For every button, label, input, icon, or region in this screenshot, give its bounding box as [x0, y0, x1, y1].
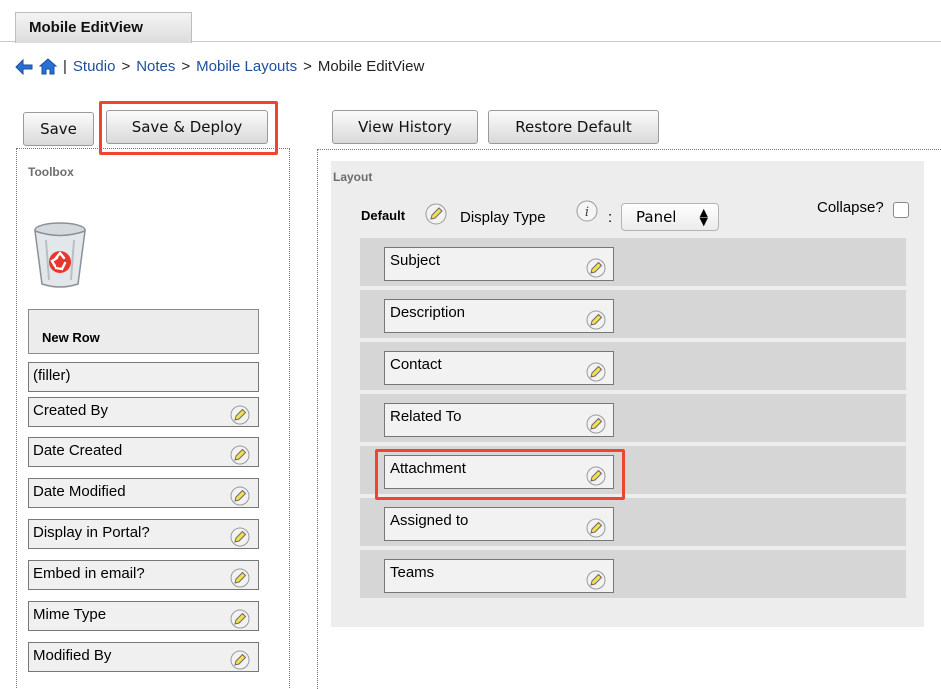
toolbox-field[interactable]: Modified By	[28, 642, 259, 672]
layout-field[interactable]: Assigned to	[384, 507, 614, 541]
edit-pencil-icon[interactable]	[230, 650, 250, 674]
edit-pencil-icon[interactable]	[586, 258, 606, 282]
toolbox-title: Toolbox	[28, 165, 74, 179]
toolbox-field[interactable]: Date Created	[28, 437, 259, 467]
layout-field-label: Assigned to	[390, 512, 469, 529]
toolbox-field[interactable]: Date Modified	[28, 478, 259, 508]
layout-field-label: Related To	[390, 408, 462, 425]
edit-pencil-icon[interactable]	[230, 609, 250, 633]
edit-pencil-icon[interactable]	[230, 445, 250, 469]
toolbox-field[interactable]: Embed in email?	[28, 560, 259, 590]
breadcrumb-arrow: >	[181, 58, 191, 75]
toolbox-field-label: Embed in email?	[33, 565, 145, 582]
edit-pencil-icon[interactable]	[230, 568, 250, 592]
breadcrumb-mobile-layouts[interactable]: Mobile Layouts	[196, 58, 297, 75]
filler-label: (filler)	[33, 367, 71, 384]
new-row-item[interactable]: New Row	[28, 309, 259, 354]
tab-mobile-editview[interactable]: Mobile EditView	[15, 12, 192, 43]
edit-panel-pencil-icon[interactable]	[425, 203, 447, 230]
breadcrumb-current: Mobile EditView	[317, 58, 425, 75]
breadcrumb-studio[interactable]: Studio	[73, 58, 116, 75]
toolbox-field[interactable]: Mime Type	[28, 601, 259, 631]
panel-name: Default	[361, 208, 406, 223]
edit-pencil-icon[interactable]	[230, 527, 250, 551]
home-icon[interactable]	[39, 58, 57, 75]
edit-pencil-icon[interactable]	[586, 570, 606, 594]
trash-icon[interactable]	[32, 222, 88, 293]
layout-title: Layout	[333, 170, 373, 184]
svg-text:i: i	[585, 205, 589, 220]
layout-field[interactable]: Contact	[384, 351, 614, 385]
display-type-value: Panel	[636, 208, 677, 226]
info-icon[interactable]: i	[576, 200, 598, 227]
layout-field-label: Contact	[390, 356, 442, 373]
toolbox-field-label: Date Modified	[33, 483, 126, 500]
attachment-highlight	[375, 449, 625, 500]
collapse-checkbox[interactable]	[893, 202, 909, 218]
layout-field-label: Subject	[390, 252, 441, 269]
layout-field-label: Teams	[390, 564, 435, 581]
select-stepper-icon: ▲ ▼	[699, 206, 708, 228]
edit-pencil-icon[interactable]	[586, 414, 606, 438]
toolbox-field[interactable]: Display in Portal?	[28, 519, 259, 549]
layout-field[interactable]: Description	[384, 299, 614, 333]
save-deploy-button[interactable]: Save & Deploy	[106, 110, 268, 144]
view-history-button[interactable]: View History	[332, 110, 478, 144]
breadcrumb-separator: |	[63, 58, 67, 75]
layout-field[interactable]: Teams	[384, 559, 614, 593]
collapse-label: Collapse?	[817, 199, 884, 216]
toolbox-field[interactable]: Created By	[28, 397, 259, 427]
toolbox-field-label: Date Created	[33, 442, 123, 459]
layout-field[interactable]: Subject	[384, 247, 614, 281]
toolbox-filler[interactable]: (filler)	[28, 362, 259, 392]
tab-strip: Mobile EditView	[0, 0, 941, 43]
toolbox-field-label: Created By	[33, 402, 109, 419]
breadcrumb-arrow: >	[121, 58, 131, 75]
edit-pencil-icon[interactable]	[586, 518, 606, 542]
toolbox-field-label: Mime Type	[33, 606, 107, 623]
display-type-select[interactable]: Panel ▲ ▼	[621, 203, 719, 231]
edit-pencil-icon[interactable]	[586, 310, 606, 334]
breadcrumb-notes[interactable]: Notes	[136, 58, 175, 75]
edit-pencil-icon[interactable]	[230, 405, 250, 429]
breadcrumb: | Studio > Notes > Mobile Layouts > Mobi…	[15, 58, 424, 75]
back-arrow-icon[interactable]	[15, 58, 33, 75]
display-type-label: Display Type	[460, 209, 546, 226]
layout-field-label: Description	[390, 304, 466, 321]
display-type-colon: :	[608, 209, 613, 226]
restore-default-button[interactable]: Restore Default	[488, 110, 659, 144]
save-button[interactable]: Save	[23, 112, 94, 146]
toolbox-field-label: Display in Portal?	[33, 524, 150, 541]
layout-field[interactable]: Related To	[384, 403, 614, 437]
edit-pencil-icon[interactable]	[586, 362, 606, 386]
breadcrumb-arrow: >	[303, 58, 312, 75]
toolbox-field-label: Modified By	[33, 647, 112, 664]
edit-pencil-icon[interactable]	[230, 486, 250, 510]
